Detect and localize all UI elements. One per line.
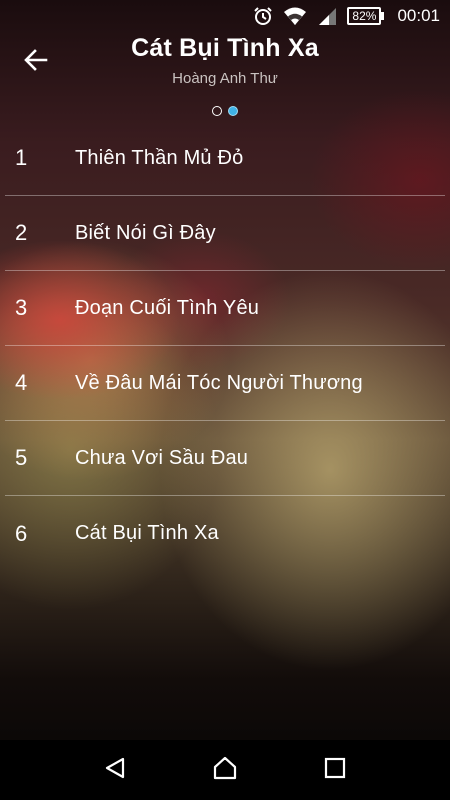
alarm-icon xyxy=(253,6,273,26)
page-dot[interactable] xyxy=(212,106,222,116)
page-dot-active[interactable] xyxy=(228,106,238,116)
nav-recents-button[interactable] xyxy=(305,746,365,794)
back-triangle-icon xyxy=(103,756,127,785)
battery-percentage: 82% xyxy=(352,9,377,23)
header: Cát Bụi Tình Xa Hoàng Anh Thư xyxy=(0,32,450,122)
album-title: Cát Bụi Tình Xa xyxy=(131,34,319,62)
track-row[interactable]: 1 Thiên Thần Mủ Đỏ xyxy=(5,121,445,196)
track-title: Biết Nói Gì Đây xyxy=(75,221,216,244)
signal-icon xyxy=(317,6,337,26)
track-number: 4 xyxy=(15,370,28,395)
nav-home-button[interactable] xyxy=(195,746,255,794)
track-title: Chưa Vơi Sầu Đau xyxy=(75,446,249,469)
track-number: 1 xyxy=(15,145,28,170)
nav-back-button[interactable] xyxy=(85,746,145,794)
track-number: 2 xyxy=(15,220,28,245)
track-row[interactable]: 6 Cát Bụi Tình Xa xyxy=(5,496,445,571)
track-number: 5 xyxy=(15,445,28,470)
navigation-bar xyxy=(0,740,450,800)
artist-name: Hoàng Anh Thư xyxy=(172,70,278,87)
track-title: Về Đâu Mái Tóc Người Thương xyxy=(75,371,363,394)
status-time: 00:01 xyxy=(397,6,440,25)
track-number: 3 xyxy=(15,295,28,320)
home-icon xyxy=(212,755,238,786)
track-row[interactable]: 4 Về Đâu Mái Tóc Người Thương xyxy=(5,346,445,421)
app-screen: 82% 00:01 Cát Bụi Tình Xa Hoàng Anh Thư … xyxy=(0,0,450,800)
track-title: Đoạn Cuối Tình Yêu xyxy=(75,296,260,319)
wifi-icon xyxy=(283,6,307,26)
track-row[interactable]: 3 Đoạn Cuối Tình Yêu xyxy=(5,271,445,346)
track-title: Cát Bụi Tình Xa xyxy=(75,522,219,544)
status-bar: 82% 00:01 xyxy=(0,0,450,32)
track-row[interactable]: 2 Biết Nói Gì Đây xyxy=(5,196,445,271)
page-indicator xyxy=(0,106,450,116)
track-row[interactable]: 5 Chưa Vơi Sầu Đau xyxy=(5,421,445,496)
track-list: 1 Thiên Thần Mủ Đỏ 2 Biết Nói Gì Đây 3 Đ… xyxy=(5,121,445,571)
track-title: Thiên Thần Mủ Đỏ xyxy=(75,146,244,169)
recents-square-icon xyxy=(324,757,346,784)
battery-indicator: 82% xyxy=(347,7,385,25)
track-number: 6 xyxy=(15,520,28,546)
